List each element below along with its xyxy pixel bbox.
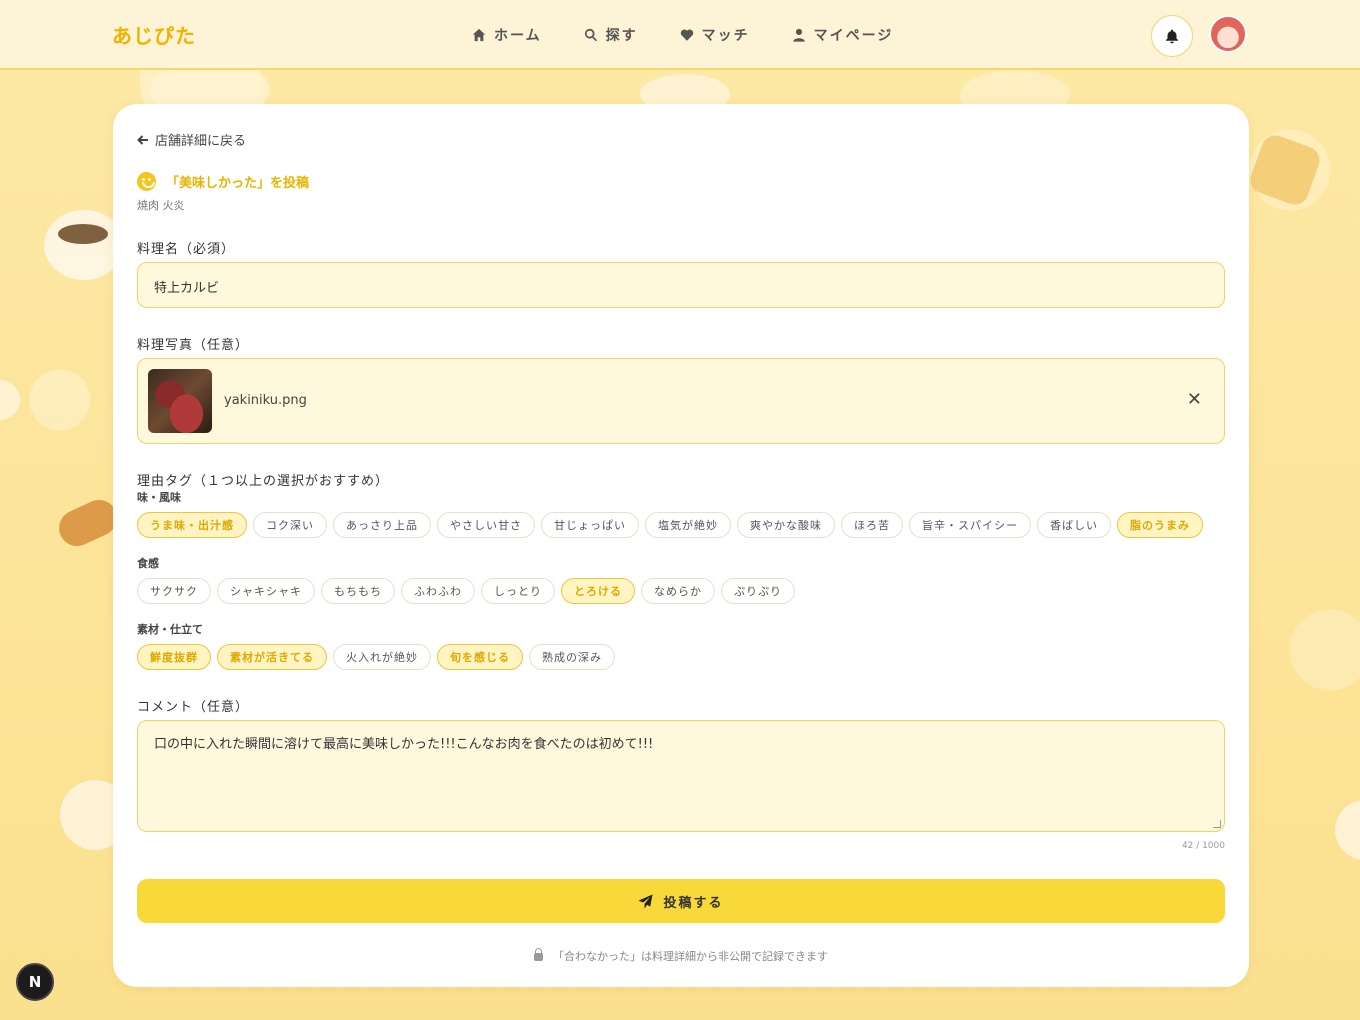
smile-icon <box>137 172 156 191</box>
tag-chip[interactable]: ふわふわ <box>401 578 475 604</box>
tag-chip[interactable]: サクサク <box>137 578 211 604</box>
tag-chip[interactable]: 熟成の深み <box>529 644 615 670</box>
top-header: あじぴた ホーム 探す マッチ マイページ <box>0 0 1360 70</box>
heart-icon <box>680 29 693 41</box>
tag-group-label: 味・風味 <box>137 491 181 504</box>
food-illustration <box>0 380 20 420</box>
tag-group-label: 食感 <box>137 557 159 570</box>
comment-label: コメント（任意） <box>137 700 250 715</box>
tag-chip[interactable]: あっさり上品 <box>333 512 431 538</box>
toast-illustration <box>1246 131 1324 209</box>
tag-chip[interactable]: 鮮度抜群 <box>137 644 211 670</box>
photo-upload[interactable]: yakiniku.png ✕ <box>137 358 1225 444</box>
tag-chip[interactable]: うま味・出汁感 <box>137 512 247 538</box>
comment-textarea[interactable]: 口の中に入れた瞬間に溶けて最高に美味しかった!!!こんなお肉を食べたのは初めて!… <box>137 720 1225 832</box>
tag-chip[interactable]: 旨辛・スパイシー <box>909 512 1031 538</box>
bell-icon <box>1166 29 1178 44</box>
nav-label: マイページ <box>813 28 894 44</box>
dish-name-input[interactable]: 特上カルビ <box>137 262 1225 308</box>
main-nav: ホーム 探す マッチ マイページ <box>472 25 893 45</box>
tag-group-texture: サクサク シャキシャキ もちもち ふわふわ しっとり とろける なめらか ぷりぷり <box>137 578 795 604</box>
post-form-card: 店舗詳細に戻る 「美味しかった」を投稿 焼肉 火炎 料理名（必須） 特上カルビ … <box>113 104 1249 987</box>
close-icon[interactable]: ✕ <box>1187 389 1202 410</box>
nav-home[interactable]: ホーム <box>472 25 542 45</box>
home-icon <box>472 28 486 42</box>
tag-group-label: 素材・仕立て <box>137 623 203 636</box>
privacy-note: 「合わなかった」は料理詳細から非公開で記録できます <box>113 948 1249 964</box>
tag-chip[interactable]: 脂のうまみ <box>1117 512 1203 538</box>
user-icon <box>792 28 805 42</box>
tag-chip[interactable]: ほろ苦 <box>841 512 903 538</box>
lock-icon <box>534 948 543 961</box>
privacy-note-text: 「合わなかった」は料理詳細から非公開で記録できます <box>553 950 828 963</box>
photo-thumbnail <box>148 369 212 433</box>
back-link[interactable]: 店舗詳細に戻る <box>137 130 246 149</box>
tag-chip[interactable]: シャキシャキ <box>217 578 315 604</box>
notification-button[interactable] <box>1151 15 1193 57</box>
nav-label: 探す <box>605 28 638 44</box>
form-title: 「美味しかった」を投稿 <box>137 172 309 191</box>
search-icon <box>584 28 597 42</box>
tag-chip[interactable]: 火入れが絶妙 <box>333 644 431 670</box>
send-icon <box>638 893 654 909</box>
pasta-illustration <box>1335 800 1360 860</box>
tag-chip[interactable]: やさしい甘さ <box>437 512 535 538</box>
nav-mypage[interactable]: マイページ <box>792 25 894 45</box>
submit-label: 投稿する <box>663 895 724 911</box>
shop-name: 焼肉 火炎 <box>137 199 185 212</box>
tag-chip[interactable]: 香ばしい <box>1037 512 1111 538</box>
nav-search[interactable]: 探す <box>584 25 638 45</box>
tag-chip[interactable]: コク深い <box>253 512 327 538</box>
tag-chip[interactable]: 甘じょっぱい <box>541 512 639 538</box>
tag-chip[interactable]: 爽やかな酸味 <box>737 512 835 538</box>
tag-chip[interactable]: もちもち <box>321 578 395 604</box>
tag-chip[interactable]: 塩気が絶妙 <box>645 512 731 538</box>
tag-group-ingredients: 鮮度抜群 素材が活きてる 火入れが絶妙 旬を感じる 熟成の深み <box>137 644 615 670</box>
tag-chip[interactable]: とろける <box>561 578 635 604</box>
tag-chip[interactable]: 素材が活きてる <box>217 644 327 670</box>
photo-filename: yakiniku.png <box>224 393 307 408</box>
dev-indicator-badge[interactable]: N <box>16 963 54 1001</box>
photo-label: 料理写真（任意） <box>137 338 250 353</box>
nav-label: ホーム <box>494 28 542 44</box>
submit-button[interactable]: 投稿する <box>137 879 1225 923</box>
tag-group-flavor: うま味・出汁感 コク深い あっさり上品 やさしい甘さ 甘じょっぱい 塩気が絶妙 爽やかな酸味… <box>137 512 1203 538</box>
tag-chip[interactable]: しっとり <box>481 578 555 604</box>
tag-chip[interactable]: なめらか <box>641 578 715 604</box>
app-logo[interactable]: あじぴた <box>112 20 196 49</box>
nav-match[interactable]: マッチ <box>680 25 750 45</box>
form-title-text: 「美味しかった」を投稿 <box>166 176 310 191</box>
tags-label: 理由タグ（１つ以上の選択がおすすめ） <box>137 474 390 489</box>
arrow-left-icon <box>137 134 148 145</box>
char-counter: 42 / 1000 <box>1181 841 1225 851</box>
tag-chip[interactable]: 旬を感じる <box>437 644 523 670</box>
coffee-cup-illustration <box>44 210 124 280</box>
tag-chip[interactable]: ぷりぷり <box>721 578 795 604</box>
resize-handle[interactable] <box>1213 820 1221 828</box>
back-label: 店舗詳細に戻る <box>155 134 247 149</box>
user-avatar[interactable] <box>1209 15 1247 53</box>
nav-label: マッチ <box>701 28 750 44</box>
dish-name-label: 料理名（必須） <box>137 242 236 257</box>
comment-text: 口の中に入れた瞬間に溶けて最高に美味しかった!!!こんなお肉を食べたのは初めて!… <box>154 737 654 752</box>
